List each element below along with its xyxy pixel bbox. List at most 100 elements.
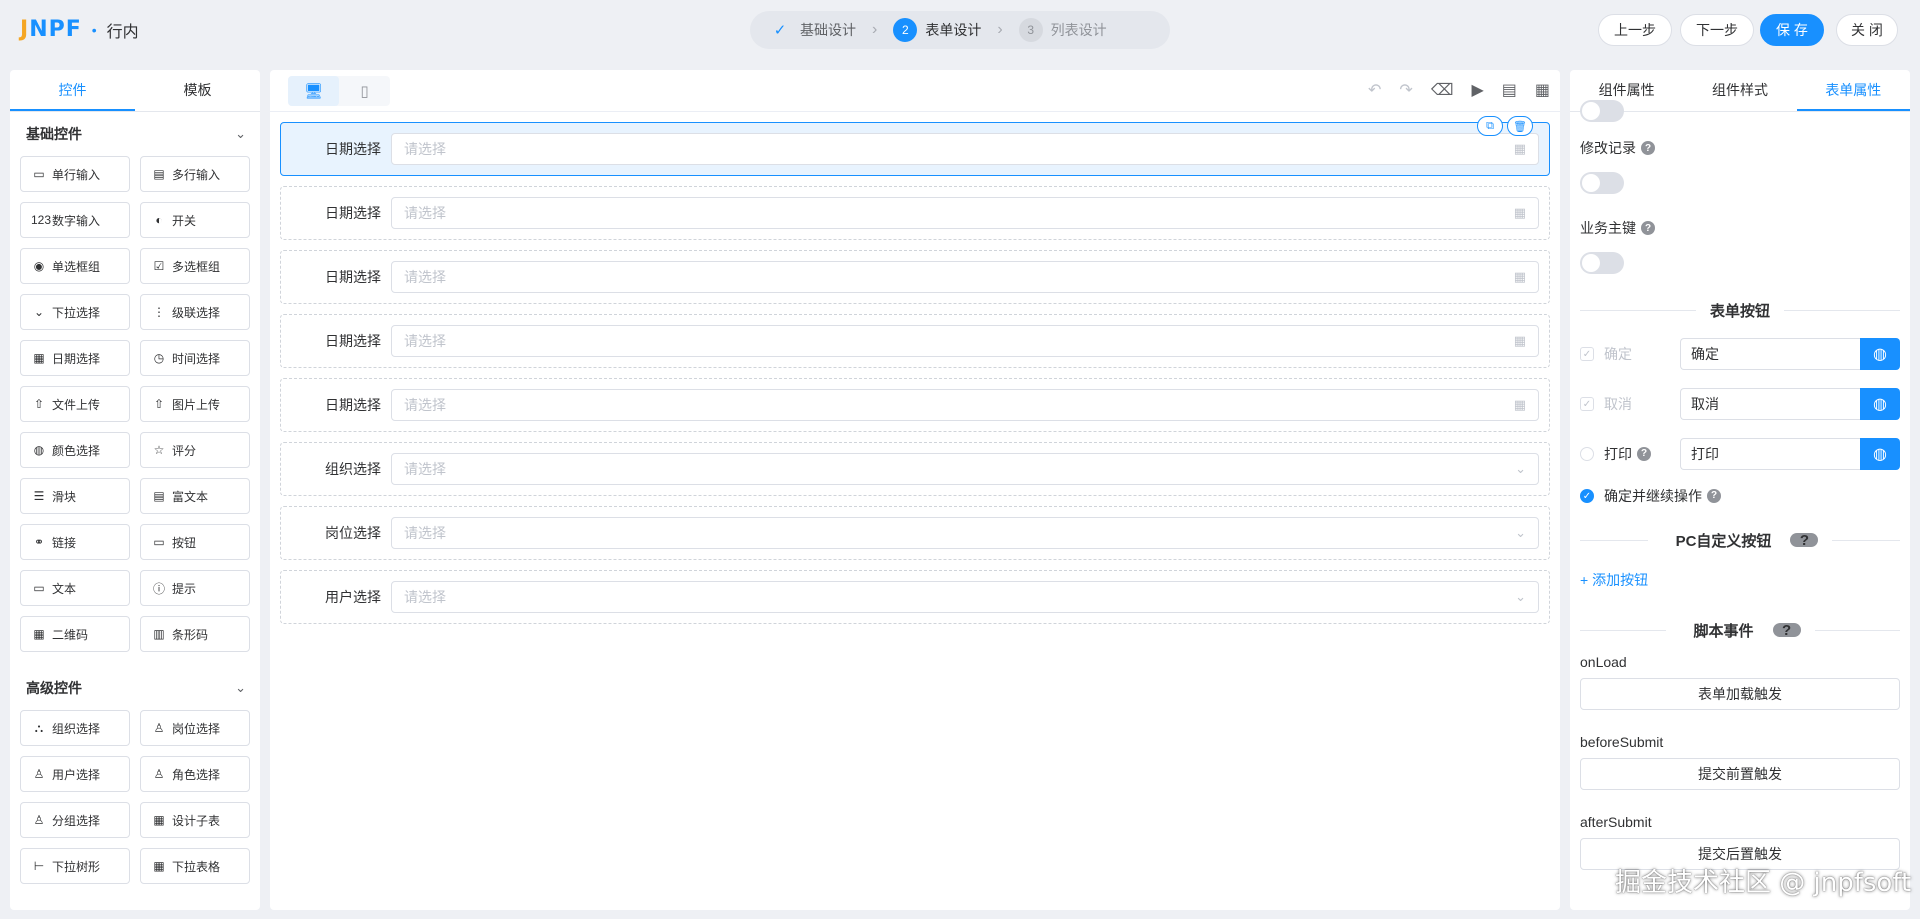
checkbox[interactable] bbox=[1580, 447, 1594, 461]
onload-event-button[interactable]: 表单加载触发 bbox=[1580, 678, 1900, 710]
json-icon[interactable]: ▤ bbox=[1502, 80, 1517, 100]
save-button[interactable]: 保 存 bbox=[1760, 14, 1824, 46]
component-label: 滑块 bbox=[52, 489, 77, 504]
app-logo: JNPF • 行内 bbox=[20, 17, 139, 42]
undo-icon[interactable]: ↶ bbox=[1368, 80, 1381, 100]
component-item[interactable]: ▦ 二维码 bbox=[20, 616, 130, 652]
clear-icon[interactable]: ⌫ bbox=[1431, 80, 1454, 100]
component-item[interactable]: ⛬ 组织选择 bbox=[20, 710, 130, 746]
close-button[interactable]: 关 闭 bbox=[1836, 14, 1898, 46]
component-item[interactable]: ▤ 富文本 bbox=[140, 478, 250, 514]
confirm-text-input[interactable]: 确定 bbox=[1680, 338, 1860, 370]
tablet-icon[interactable]: ▯ bbox=[339, 76, 390, 106]
form-field-item[interactable]: 日期选择 请选择 ▦ ⧉ 🗑 bbox=[280, 116, 1550, 176]
cancel-button-row: ✓ 取消 取消 ◍ bbox=[1580, 388, 1900, 420]
tab-templates[interactable]: 模板 bbox=[135, 70, 260, 111]
component-item[interactable]: ⓘ 提示 bbox=[140, 570, 250, 606]
basic-controls-grid: ▭ 单行输入 ▤ 多行输入 123 数字输入 ◐ 开关 ◉ 单选框组 ☑ 多选框组 ⌄ 下拉选择 ⋮ 级联选择… bbox=[10, 156, 260, 652]
next-step-button[interactable]: 下一步 bbox=[1680, 14, 1754, 46]
tab-form-props[interactable]: 表单属性 bbox=[1796, 70, 1910, 111]
field-input[interactable]: 请选择 ▦ bbox=[391, 133, 1539, 165]
before-submit-event-button[interactable]: 提交前置触发 bbox=[1580, 758, 1900, 790]
basic-controls-header[interactable]: 基础控件 ⌄ bbox=[10, 112, 260, 156]
print-text-input[interactable]: 打印 bbox=[1680, 438, 1860, 470]
form-field-item[interactable]: 日期选择 请选择 ▦ bbox=[280, 186, 1550, 240]
modify-record-switch[interactable] bbox=[1580, 172, 1624, 194]
component-item[interactable]: ⚭ 链接 bbox=[20, 524, 130, 560]
advanced-controls-header[interactable]: 高级控件 ⌄ bbox=[10, 666, 260, 710]
step-list-design[interactable]: 3 列表设计 bbox=[1018, 18, 1107, 42]
component-item[interactable]: ▭ 单行输入 bbox=[20, 156, 130, 192]
desktop-icon[interactable]: 🖥 bbox=[288, 76, 339, 106]
add-button-link[interactable]: + 添加按钮 bbox=[1580, 570, 1648, 590]
watermark: 掘金技术社区 @ jnpfsoft bbox=[1615, 868, 1912, 898]
checkbox[interactable]: ✓ bbox=[1580, 397, 1594, 411]
cancel-text-input[interactable]: 取消 bbox=[1680, 388, 1860, 420]
field-input[interactable]: 请选择 ⌄ bbox=[391, 581, 1539, 613]
component-item[interactable]: ⇧ 图片上传 bbox=[140, 386, 250, 422]
component-item[interactable]: ♙ 角色选择 bbox=[140, 756, 250, 792]
globe-icon[interactable]: ◍ bbox=[1860, 388, 1900, 420]
component-item[interactable]: ☰ 滑块 bbox=[20, 478, 130, 514]
component-item[interactable]: ☆ 评分 bbox=[140, 432, 250, 468]
toggle-switch[interactable] bbox=[1580, 100, 1624, 122]
form-field-item[interactable]: 日期选择 请选择 ▦ bbox=[280, 378, 1550, 432]
pc-custom-divider: PC自定义按钮? bbox=[1580, 530, 1900, 550]
preview-icon[interactable]: ▶ bbox=[1471, 80, 1483, 100]
event-name: onLoad bbox=[1580, 654, 1627, 670]
component-item[interactable]: ◉ 单选框组 bbox=[20, 248, 130, 284]
globe-icon[interactable]: ◍ bbox=[1860, 338, 1900, 370]
copy-icon[interactable]: ⧉ bbox=[1477, 116, 1503, 136]
tab-controls[interactable]: 控件 bbox=[10, 70, 135, 111]
component-label: 多选框组 bbox=[172, 259, 221, 274]
component-item[interactable]: ▥ 条形码 bbox=[140, 616, 250, 652]
field-input[interactable]: 请选择 ▦ bbox=[391, 261, 1539, 293]
component-item[interactable]: ⇧ 文件上传 bbox=[20, 386, 130, 422]
form-field-item[interactable]: 日期选择 请选择 ▦ bbox=[280, 314, 1550, 368]
field-input[interactable]: 请选择 ⌄ bbox=[391, 517, 1539, 549]
component-item[interactable]: ⊢ 下拉树形 bbox=[20, 848, 130, 884]
prev-step-button[interactable]: 上一步 bbox=[1598, 14, 1672, 46]
component-item[interactable]: ☑ 多选框组 bbox=[140, 248, 250, 284]
component-icon: ▭ bbox=[33, 581, 45, 595]
tab-component-style[interactable]: 组件样式 bbox=[1683, 70, 1796, 111]
component-item[interactable]: ▤ 多行输入 bbox=[140, 156, 250, 192]
globe-icon[interactable]: ◍ bbox=[1860, 438, 1900, 470]
component-item[interactable]: ♙ 分组选择 bbox=[20, 802, 130, 838]
component-icon: ⊢ bbox=[33, 859, 45, 873]
business-key-switch[interactable] bbox=[1580, 252, 1624, 274]
component-icon: ⛬ bbox=[34, 720, 44, 735]
component-item[interactable]: ◐ 开关 bbox=[140, 202, 250, 238]
component-item[interactable]: ▭ 按钮 bbox=[140, 524, 250, 560]
delete-icon[interactable]: 🗑 bbox=[1507, 116, 1533, 136]
field-input[interactable]: 请选择 ▦ bbox=[391, 197, 1539, 229]
step-basic-design[interactable]: ✓ 基础设计 bbox=[768, 18, 856, 42]
redo-icon[interactable]: ↷ bbox=[1399, 80, 1412, 100]
component-label: 下拉表格 bbox=[172, 859, 221, 874]
component-item[interactable]: ◷ 时间选择 bbox=[140, 340, 250, 376]
step-form-design[interactable]: 2 表单设计 bbox=[893, 18, 981, 42]
field-input[interactable]: 请选择 ⌄ bbox=[391, 453, 1539, 485]
field-input[interactable]: 请选择 ▦ bbox=[391, 389, 1539, 421]
component-item[interactable]: ⌄ 下拉选择 bbox=[20, 294, 130, 330]
component-label: 下拉树形 bbox=[52, 859, 101, 874]
checkbox[interactable]: ✓ bbox=[1580, 347, 1594, 361]
form-field-item[interactable]: 岗位选择 请选择 ⌄ bbox=[280, 506, 1550, 560]
component-item[interactable]: ▦ 下拉表格 bbox=[140, 848, 250, 884]
component-label: 图片上传 bbox=[172, 397, 221, 412]
component-item[interactable]: ▦ 设计子表 bbox=[140, 802, 250, 838]
code-icon[interactable]: ▦ bbox=[1535, 80, 1550, 100]
component-item[interactable]: ⋮ 级联选择 bbox=[140, 294, 250, 330]
field-input[interactable]: 请选择 ▦ bbox=[391, 325, 1539, 357]
component-item[interactable]: ◍ 颜色选择 bbox=[20, 432, 130, 468]
component-item[interactable]: ♙ 岗位选择 bbox=[140, 710, 250, 746]
form-field-item[interactable]: 日期选择 请选择 ▦ bbox=[280, 250, 1550, 304]
component-item[interactable]: 123 数字输入 bbox=[20, 202, 130, 238]
component-item[interactable]: ▦ 日期选择 bbox=[20, 340, 130, 376]
component-item[interactable]: ♙ 用户选择 bbox=[20, 756, 130, 792]
checkbox-checked[interactable]: ✓ bbox=[1580, 489, 1594, 503]
check-icon: ✓ bbox=[773, 22, 787, 39]
form-field-item[interactable]: 组织选择 请选择 ⌄ bbox=[280, 442, 1550, 496]
form-field-item[interactable]: 用户选择 请选择 ⌄ bbox=[280, 570, 1550, 624]
component-item[interactable]: ▭ 文本 bbox=[20, 570, 130, 606]
